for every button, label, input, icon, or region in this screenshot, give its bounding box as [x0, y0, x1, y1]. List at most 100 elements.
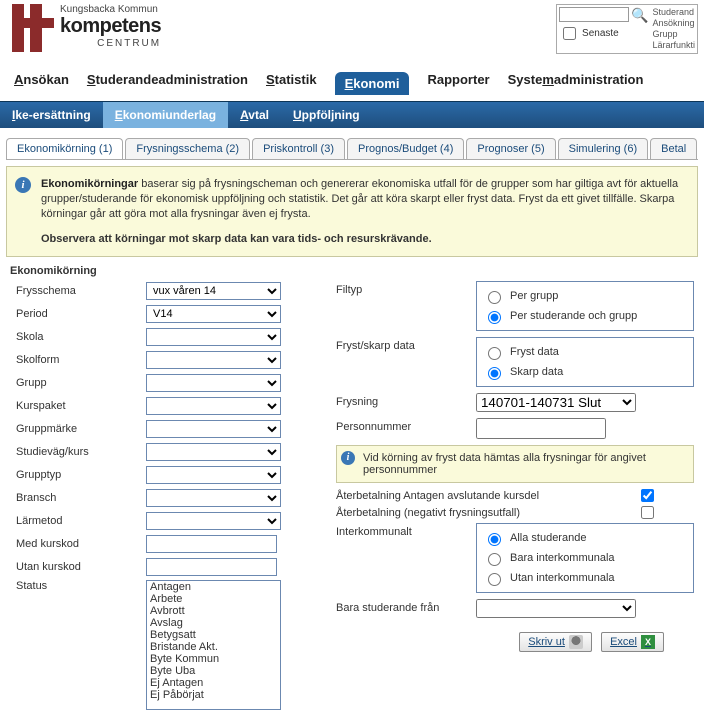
nav-rapporter[interactable]: Rapporter — [427, 72, 489, 95]
subnav-uppfoljning[interactable]: Uppföljning — [281, 102, 372, 128]
lbl-baraik: Bara interkommunala — [510, 552, 615, 564]
nav-studerande[interactable]: Studerandeadministration — [87, 72, 248, 95]
search-sidelinks: Studerand Ansökning Grupp Lärarfunkti — [652, 7, 695, 51]
search-panel: 🔍 Senaste Studerand Ansökning Grupp Lära… — [556, 4, 698, 54]
tab-betal[interactable]: Betal — [650, 138, 697, 159]
select-skola[interactable] — [146, 328, 281, 346]
select-skolform[interactable] — [146, 351, 281, 369]
nav-ansokan[interactable]: Ansökan — [14, 72, 69, 95]
print-label: Skriv ut — [528, 636, 565, 648]
hint-text: Vid körning av fryst data hämtas alla fr… — [363, 452, 646, 476]
tab-ekonomikorning[interactable]: Ekonomikörning (1) — [6, 138, 123, 159]
subnav-avtal[interactable]: Avtal — [228, 102, 281, 128]
search-side-studerande[interactable]: Studerand — [652, 7, 695, 18]
lbl-frysning: Frysning — [336, 393, 476, 408]
select-bransch[interactable] — [146, 489, 281, 507]
senaste-checkbox[interactable] — [563, 27, 576, 40]
interkom-group: Alla studerande Bara interkommunala Utan… — [476, 523, 694, 593]
tab-bar: Ekonomikörning (1) Frysningsschema (2) P… — [6, 138, 698, 160]
tab-priskontroll[interactable]: Priskontroll (3) — [252, 138, 345, 159]
lbl-barastud: Bara studerande från — [336, 599, 476, 614]
fryst-group: Fryst data Skarp data — [476, 337, 694, 387]
lbl-medkurskod: Med kurskod — [16, 538, 146, 550]
radio-perstud[interactable] — [488, 311, 501, 324]
subnav-ike[interactable]: Ike-ersättning — [0, 102, 103, 128]
lbl-bransch: Bransch — [16, 492, 146, 504]
lbl-kurspaket: Kurspaket — [16, 400, 146, 412]
input-utankurskod[interactable] — [146, 558, 277, 576]
lbl-interkom: Interkommunalt — [336, 523, 476, 538]
info-icon: i — [341, 451, 355, 465]
nav-ekonomi[interactable]: Ekonomi — [335, 72, 410, 95]
lbl-perstud: Per studerande och grupp — [510, 310, 637, 322]
lbl-period: Period — [16, 308, 146, 320]
select-grupp[interactable] — [146, 374, 281, 392]
select-grupptyp[interactable] — [146, 466, 281, 484]
status-option[interactable]: Betygsatt — [147, 629, 280, 641]
input-medkurskod[interactable] — [146, 535, 277, 553]
select-barastud[interactable] — [476, 599, 636, 618]
tab-frysningsschema[interactable]: Frysningsschema (2) — [125, 138, 250, 159]
search-icon[interactable]: 🔍 — [631, 8, 648, 22]
input-personnummer[interactable] — [476, 418, 606, 439]
print-icon — [569, 635, 583, 649]
lbl-pergrupp: Per grupp — [510, 290, 558, 302]
status-option[interactable]: Avslag — [147, 617, 280, 629]
subnav-ekonomiunderlag[interactable]: Ekonomiunderlag — [103, 102, 228, 128]
print-button[interactable]: Skriv ut — [519, 632, 592, 652]
lbl-skarpdata: Skarp data — [510, 366, 563, 378]
select-gruppmarke[interactable] — [146, 420, 281, 438]
brand-line3: CENTRUM — [60, 38, 161, 49]
status-option[interactable]: Bristande Akt. — [147, 641, 280, 653]
search-side-ansokning[interactable]: Ansökning — [652, 18, 695, 29]
nav-statistik[interactable]: Statistik — [266, 72, 317, 95]
brand-logo: Kungsbacka Kommun kompetens CENTRUM — [6, 4, 161, 52]
status-option[interactable]: Byte Kommun — [147, 653, 280, 665]
select-larmetod[interactable] — [146, 512, 281, 530]
logo-mark — [6, 4, 54, 52]
select-period[interactable]: V14 — [146, 305, 281, 323]
radio-utanik[interactable] — [488, 573, 501, 586]
select-studievag[interactable] — [146, 443, 281, 461]
radio-fryst[interactable] — [488, 347, 501, 360]
status-option[interactable]: Ej Påbörjat — [147, 689, 280, 701]
excel-icon: X — [641, 635, 655, 649]
tab-prognosbudget[interactable]: Prognos/Budget (4) — [347, 138, 464, 159]
main-nav: Ansökan Studerandeadministration Statist… — [0, 54, 704, 101]
lbl-personnummer: Personnummer — [336, 418, 476, 433]
lbl-studievag: Studieväg/kurs — [16, 446, 146, 458]
nav-systemadmin[interactable]: Systemadministration — [508, 72, 644, 95]
status-option[interactable]: Byte Uba — [147, 665, 280, 677]
lbl-aterbet2: Återbetalning (negativt frysningsutfall) — [336, 507, 520, 519]
tab-simulering[interactable]: Simulering (6) — [558, 138, 648, 159]
search-input[interactable] — [559, 7, 629, 22]
lbl-filtyp: Filtyp — [336, 281, 476, 296]
status-option[interactable]: Antagen — [147, 581, 280, 593]
lbl-utanik: Utan interkommunala — [510, 572, 615, 584]
tab-prognoser[interactable]: Prognoser (5) — [466, 138, 555, 159]
status-option[interactable]: Ej Antagen — [147, 677, 280, 689]
lbl-fryst: Fryst/skarp data — [336, 337, 476, 352]
chk-aterbet2[interactable] — [641, 506, 654, 519]
chk-aterbet1[interactable] — [641, 489, 654, 502]
right-column: Filtyp Per grupp Per studerande och grup… — [336, 281, 694, 713]
lbl-aterbet1: Återbetalning Antagen avslutande kursdel — [336, 490, 539, 502]
brand-line2: kompetens — [60, 15, 161, 38]
radio-allastud[interactable] — [488, 533, 501, 546]
status-listbox[interactable]: AntagenArbeteAvbrottAvslagBetygsattBrist… — [146, 580, 281, 710]
excel-button[interactable]: Excel X — [601, 632, 664, 652]
search-side-larar[interactable]: Lärarfunkti — [652, 40, 695, 51]
lbl-status: Status — [16, 580, 146, 592]
info-title: Ekonomikörningar — [41, 178, 138, 190]
radio-baraik[interactable] — [488, 553, 501, 566]
search-side-grupp[interactable]: Grupp — [652, 29, 695, 40]
status-option[interactable]: Avbrott — [147, 605, 280, 617]
select-kurspaket[interactable] — [146, 397, 281, 415]
select-frysning[interactable]: 140701-140731 Slut — [476, 393, 636, 412]
radio-skarp[interactable] — [488, 367, 501, 380]
status-option[interactable]: Arbete — [147, 593, 280, 605]
select-frysschema[interactable]: vux våren 14 — [146, 282, 281, 300]
left-column: Frysschema vux våren 14 Period V14 Skola… — [16, 281, 316, 713]
filtyp-group: Per grupp Per studerande och grupp — [476, 281, 694, 331]
radio-pergrupp[interactable] — [488, 291, 501, 304]
